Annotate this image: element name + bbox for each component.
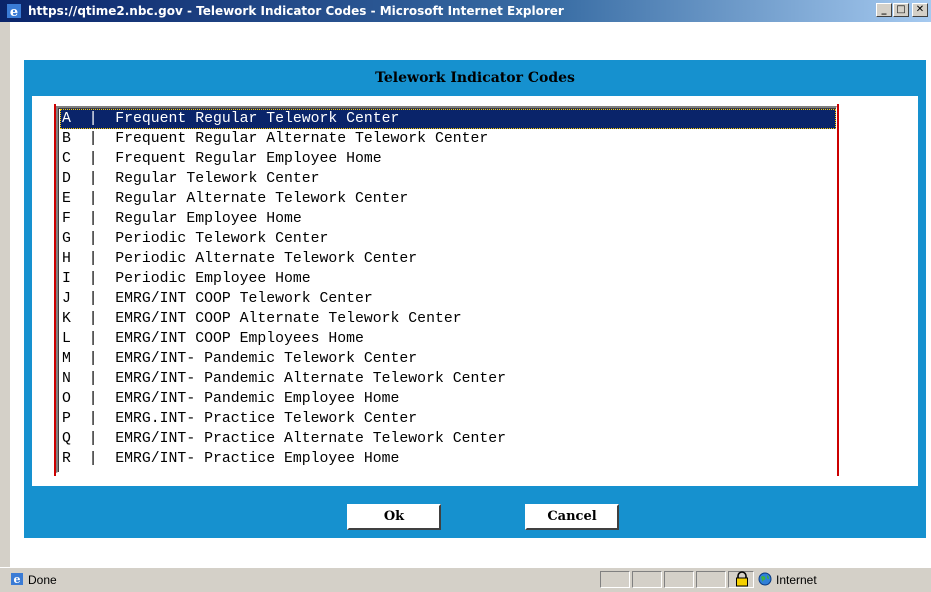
list-item[interactable]: L | EMRG/INT COOP Employees Home	[60, 329, 836, 349]
status-text: Done	[28, 573, 57, 587]
list-item[interactable]: J | EMRG/INT COOP Telework Center	[60, 289, 836, 309]
dialog-heading: Telework Indicator Codes	[375, 70, 575, 86]
maximize-button[interactable]: □	[893, 3, 909, 17]
list-item[interactable]: D | Regular Telework Center	[60, 169, 836, 189]
list-item[interactable]: G | Periodic Telework Center	[60, 229, 836, 249]
status-pane	[600, 571, 630, 588]
ok-button[interactable]: Ok	[347, 504, 441, 530]
list-item[interactable]: F | Regular Employee Home	[60, 209, 836, 229]
svg-text:e: e	[10, 5, 18, 19]
list-item[interactable]: Q | EMRG/INT- Practice Alternate Telewor…	[60, 429, 836, 449]
codes-list: A | Frequent Regular Telework Center B | …	[58, 108, 836, 469]
dialog-panel: Telework Indicator Codes A | Frequent Re…	[24, 60, 926, 538]
zone-text: Internet	[776, 573, 817, 587]
ie-icon: e	[7, 4, 21, 19]
title-bar: e https://qtime2.nbc.gov - Telework Indi…	[0, 0, 931, 22]
list-item[interactable]: C | Frequent Regular Employee Home	[60, 149, 836, 169]
status-pane	[632, 571, 662, 588]
list-item[interactable]: E | Regular Alternate Telework Center	[60, 189, 836, 209]
content-area: Telework Indicator Codes A | Frequent Re…	[10, 22, 931, 567]
globe-icon	[758, 572, 772, 586]
list-item[interactable]: M | EMRG/INT- Pandemic Telework Center	[60, 349, 836, 369]
lock-icon	[736, 571, 748, 587]
list-item[interactable]: I | Periodic Employee Home	[60, 269, 836, 289]
list-item[interactable]: H | Periodic Alternate Telework Center	[60, 249, 836, 269]
list-item[interactable]: A | Frequent Regular Telework Center	[60, 109, 836, 129]
status-pane	[696, 571, 726, 588]
list-item[interactable]: K | EMRG/INT COOP Alternate Telework Cen…	[60, 309, 836, 329]
window-title: https://qtime2.nbc.gov - Telework Indica…	[28, 4, 564, 18]
list-item[interactable]: N | EMRG/INT- Pandemic Alternate Telewor…	[60, 369, 836, 389]
list-container: A | Frequent Regular Telework Center B | …	[32, 96, 918, 486]
list-item[interactable]: O | EMRG/INT- Pandemic Employee Home	[60, 389, 836, 409]
list-item[interactable]: R | EMRG/INT- Practice Employee Home	[60, 449, 836, 469]
red-rule-right	[837, 104, 839, 476]
page-icon: e	[11, 573, 23, 586]
close-button[interactable]: ✕	[912, 3, 928, 17]
minimize-button[interactable]: _	[876, 3, 892, 17]
codes-listbox[interactable]: A | Frequent Regular Telework Center B | …	[56, 106, 837, 473]
svg-text:e: e	[14, 573, 21, 586]
cancel-button[interactable]: Cancel	[525, 504, 619, 530]
list-item[interactable]: P | EMRG.INT- Practice Telework Center	[60, 409, 836, 429]
status-pane	[664, 571, 694, 588]
list-item[interactable]: B | Frequent Regular Alternate Telework …	[60, 129, 836, 149]
status-bar: e Done Internet	[0, 567, 931, 592]
